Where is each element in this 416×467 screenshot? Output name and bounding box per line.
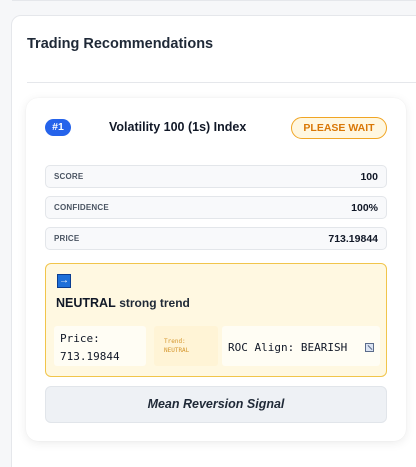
panel-divider — [27, 82, 416, 83]
rank-badge: #1 — [45, 119, 71, 136]
signal-details: Price: 713.19844 Trend: NEUTRAL ROC Alig… — [54, 326, 380, 366]
status-badge: PLEASE WAIT — [291, 117, 387, 139]
price-cell: Price: 713.19844 — [54, 326, 146, 366]
trend-label: Trend: — [164, 338, 186, 345]
right-arrow-icon: → — [57, 274, 71, 288]
broken-image-icon — [365, 343, 374, 352]
symbol-name: Volatility 100 (1s) Index — [109, 120, 247, 134]
signal-direction: NEUTRAL — [56, 296, 116, 310]
trend-cell: Trend: NEUTRAL — [154, 326, 218, 366]
signal-strength: strong trend — [119, 296, 190, 310]
metric-value: 713.19844 — [328, 233, 378, 245]
trend-value: NEUTRAL — [164, 347, 190, 354]
signal-box: → NEUTRAL strong trend Price: 713.19844 … — [45, 263, 387, 377]
metric-value: 100% — [351, 202, 378, 214]
metric-row-score: SCORE 100 — [45, 165, 387, 188]
price-value: 713.19844 — [60, 350, 120, 363]
top-divider — [12, 0, 416, 1]
price-label: Price: — [60, 332, 100, 345]
roc-text: ROC Align: BEARISH — [228, 341, 348, 354]
mean-reversion-signal-button[interactable]: Mean Reversion Signal — [45, 386, 387, 423]
metric-row-confidence: CONFIDENCE 100% — [45, 196, 387, 219]
metric-row-price: PRICE 713.19844 — [45, 227, 387, 250]
metric-label: CONFIDENCE — [54, 203, 109, 212]
recommendation-card[interactable]: #1 Volatility 100 (1s) Index PLEASE WAIT… — [26, 98, 406, 441]
metric-label: SCORE — [54, 172, 84, 181]
metric-value: 100 — [360, 171, 378, 183]
panel-title: Trading Recommendations — [27, 36, 214, 52]
signal-heading: NEUTRAL strong trend — [56, 296, 190, 310]
trend-text: Trend: NEUTRAL — [164, 337, 189, 355]
metric-label: PRICE — [54, 234, 80, 243]
roc-cell: ROC Align: BEARISH — [222, 326, 380, 366]
